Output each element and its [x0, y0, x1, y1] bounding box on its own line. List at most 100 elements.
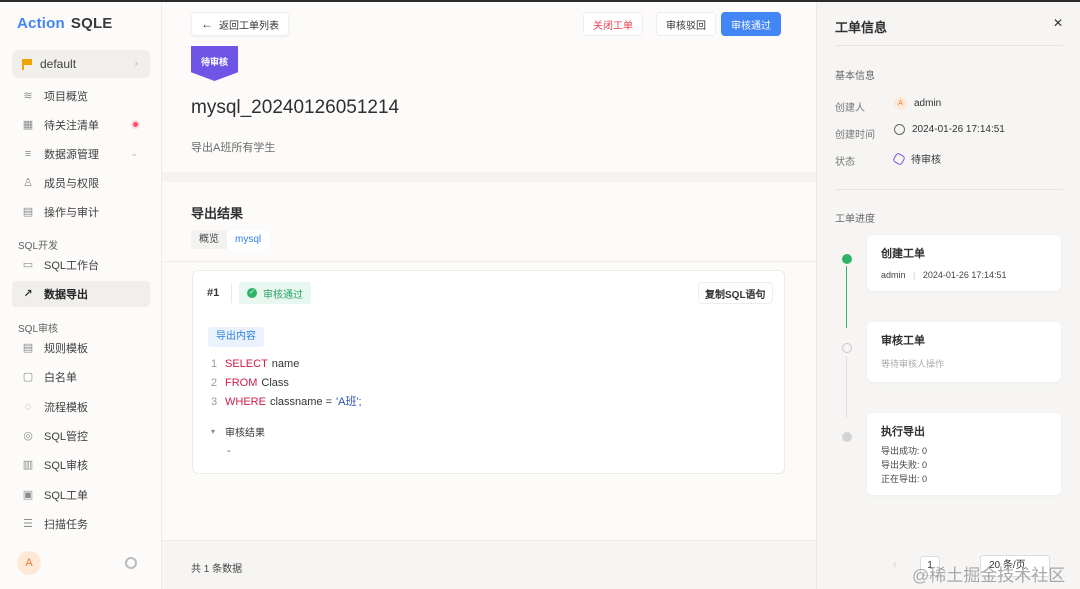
- reject-button[interactable]: 审核驳回: [656, 12, 716, 36]
- created-time-label: 创建时间: [835, 130, 875, 141]
- step-waiting-icon: [842, 432, 852, 442]
- sidebar-item-flow-template[interactable]: ◌ 流程模板: [12, 394, 150, 420]
- tab-mysql[interactable]: mysql: [227, 230, 270, 249]
- workorder-toolbar: ← 返回工单列表 关闭工单 审核驳回 审核通过: [162, 2, 816, 46]
- flow-icon: ◌: [24, 401, 32, 413]
- tab-overview[interactable]: 概览: [191, 230, 227, 249]
- table-footer: 共 1 条数据: [162, 540, 816, 589]
- sidebar-item-datasource[interactable]: ≡ 数据源管理 ⌄: [12, 141, 150, 167]
- back-button-label: 返回工单列表: [219, 20, 279, 32]
- export-sql-card: #1 ✓ 审核通过 复制SQL语句 导出内容 1 SELECT name 2 F…: [192, 270, 785, 474]
- divider: [835, 189, 1063, 190]
- result-tabs: 概览 mysql: [191, 230, 270, 249]
- sql-keyword: WHERE: [225, 396, 266, 408]
- copy-sql-button[interactable]: 复制SQL语句: [698, 282, 773, 304]
- sidebar-item-sql-control[interactable]: ◎ SQL管控: [12, 423, 150, 449]
- sidebar-item-project-overview[interactable]: ≋ 项目概览: [12, 83, 150, 109]
- database-icon: ≡: [24, 148, 32, 160]
- status-value: 待审核: [892, 151, 941, 166]
- approve-button[interactable]: 审核通过: [721, 12, 781, 36]
- sidebar-item-label: SQL工单: [44, 490, 89, 502]
- review-result-title: 审核结果: [225, 428, 266, 439]
- code-line: 3 WHERE classname = 'A班';: [211, 393, 362, 412]
- sidebar-item-label: 规则模板: [44, 343, 88, 355]
- section-divider: [162, 172, 816, 182]
- line-number: 2: [211, 377, 218, 389]
- project-name: default: [40, 57, 77, 71]
- line-number: 3: [211, 396, 218, 408]
- step-create-workorder: 创建工单 admin | 2024-01-26 17:14:51: [867, 235, 1061, 291]
- sql-index: #1: [207, 287, 220, 299]
- gear-icon[interactable]: [125, 557, 137, 569]
- app-logo: Action SQLE: [17, 15, 113, 32]
- close-icon[interactable]: ✕: [1053, 16, 1063, 30]
- sidebar-item-label: 操作与审计: [44, 207, 99, 219]
- step-user: admin: [881, 270, 906, 280]
- step-title: 审核工单: [881, 335, 925, 347]
- sidebar-item-label: 白名单: [44, 372, 77, 384]
- hexagon-icon: [892, 151, 906, 166]
- control-icon: ◎: [23, 430, 33, 442]
- ticket-icon: ▣: [22, 489, 34, 501]
- step-detail: 等待审核人操作: [881, 359, 945, 369]
- logo-part-sqle: SQLE: [70, 15, 113, 32]
- creator-value: A admin: [894, 97, 941, 110]
- sql-identifier: Class: [261, 377, 289, 389]
- sidebar-item-watchlist[interactable]: ▦ 待关注清单: [12, 112, 150, 138]
- review-result-value: -: [227, 445, 231, 457]
- sidebar-item-label: 待关注清单: [44, 120, 99, 132]
- timeline-line: [846, 356, 847, 418]
- members-icon: ♙: [23, 177, 33, 189]
- monitor-icon: ▭: [22, 259, 34, 271]
- sidebar-item-whitelist[interactable]: ▢ 白名单: [12, 364, 150, 390]
- sidebar-item-rule-template[interactable]: ▤ 规则模板: [12, 335, 150, 361]
- group-title-sql-audit: SQL审核: [18, 324, 59, 335]
- sidebar-item-audit-log[interactable]: ▤ 操作与审计: [12, 199, 150, 225]
- audit-status-text: 审核通过: [263, 289, 303, 301]
- dashboard-icon: ▦: [22, 119, 34, 131]
- divider: [231, 283, 232, 303]
- export-running-count: 正在导出: 0: [881, 474, 928, 484]
- status-text: 待审核: [911, 155, 941, 166]
- step-detail: 导出成功: 0 导出失败: 0 正在导出: 0: [881, 444, 1061, 486]
- drawer-title: 工单信息: [835, 20, 888, 35]
- sql-keyword: SELECT: [225, 358, 268, 370]
- status-badge: 待审核: [191, 46, 238, 81]
- arrow-left-icon: ←: [201, 17, 213, 31]
- sidebar-item-members[interactable]: ♙ 成员与权限: [12, 170, 150, 196]
- sidebar-item-label: SQL工作台: [44, 260, 100, 272]
- flag-icon: [22, 58, 32, 70]
- layers-icon: ≋: [23, 90, 33, 102]
- export-result-title: 导出结果: [191, 206, 244, 221]
- close-workorder-button[interactable]: 关闭工单: [583, 12, 643, 36]
- check-circle-icon: ✓: [247, 288, 257, 298]
- sql-keyword: FROM: [225, 377, 258, 389]
- chevron-left-icon[interactable]: ‹: [893, 559, 896, 570]
- workorder-description: 导出A班所有学生: [191, 142, 276, 154]
- avatar: A: [894, 97, 907, 110]
- review-result-toggle[interactable]: ▾ 审核结果: [211, 424, 265, 439]
- project-selector[interactable]: default ›: [12, 50, 150, 78]
- whitelist-icon: ▢: [22, 371, 34, 383]
- caret-down-icon: ▾: [211, 427, 216, 436]
- step-done-icon: [842, 254, 852, 264]
- notification-dot: [133, 122, 138, 127]
- sidebar-item-scan-task[interactable]: ☰ 扫描任务: [12, 511, 150, 537]
- progress-title: 工单进度: [835, 214, 875, 225]
- review-icon: ▥: [22, 459, 34, 471]
- sidebar-item-data-export[interactable]: ↗ 数据导出: [12, 281, 150, 307]
- export-content-label: 导出内容: [208, 327, 264, 347]
- sidebar-item-sql-ticket[interactable]: ▣ SQL工单: [12, 482, 150, 508]
- sidebar-item-label: SQL管控: [44, 431, 89, 443]
- sidebar-item-sql-workbench[interactable]: ▭ SQL工作台: [12, 252, 150, 278]
- sidebar-item-label: 成员与权限: [44, 178, 99, 190]
- avatar[interactable]: A: [17, 551, 41, 575]
- chevron-down-icon: ⌄: [130, 148, 138, 158]
- created-time-value: 2024-01-26 17:14:51: [894, 124, 1005, 135]
- audit-pass-badge: ✓ 审核通过: [239, 282, 311, 304]
- sidebar-item-sql-review[interactable]: ▥ SQL审核: [12, 452, 150, 478]
- back-to-list-button[interactable]: ← 返回工单列表: [191, 12, 289, 36]
- step-pending-icon: [842, 343, 852, 353]
- code-line: 1 SELECT name: [211, 355, 362, 374]
- divider: [162, 261, 816, 262]
